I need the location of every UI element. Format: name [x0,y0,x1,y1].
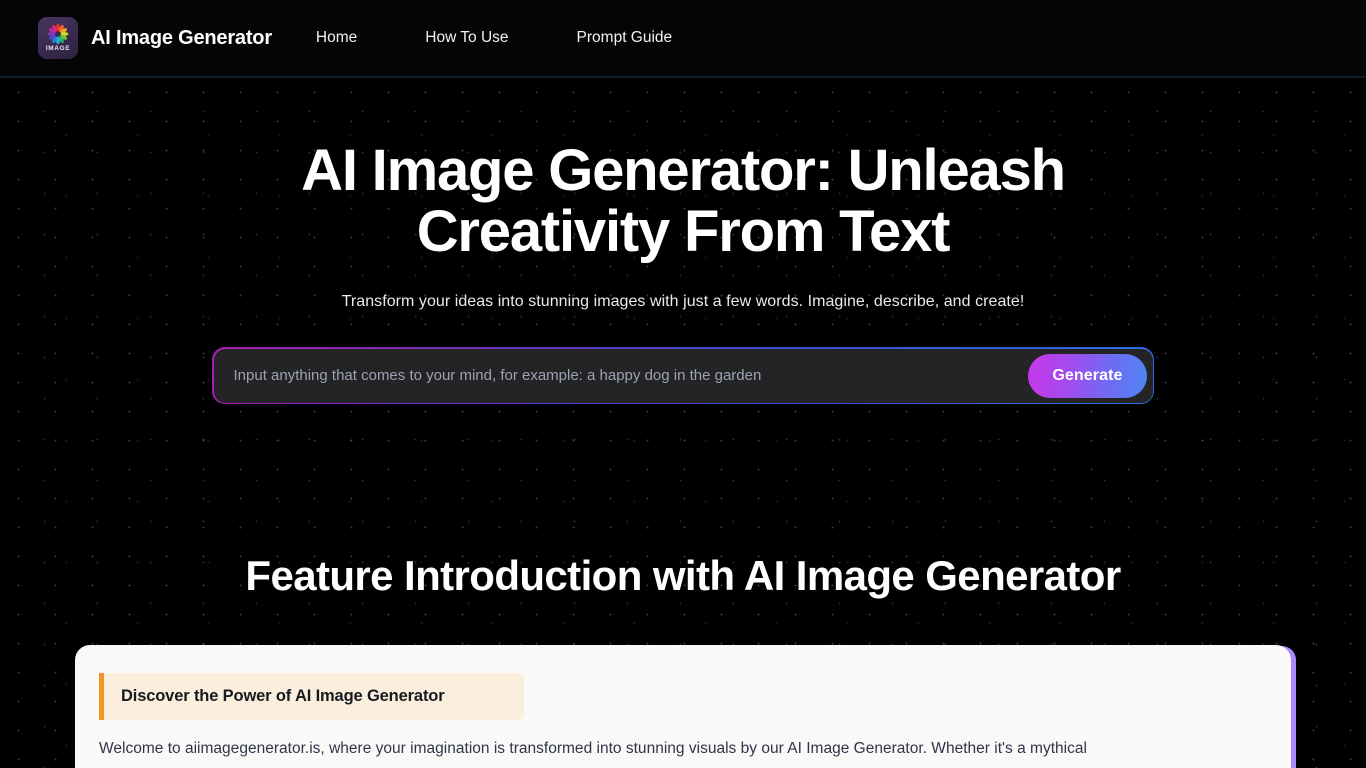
feature-card-badge: Discover the Power of AI Image Generator [99,673,524,720]
page-root: IMAGE AI Image Generator Home How To Use… [0,0,1366,768]
logo-wordmark: IMAGE [45,45,71,53]
rainbow-aperture-icon: IMAGE [38,17,78,59]
nav-link-home[interactable]: Home [308,23,365,53]
section-title: Feature Introduction with AI Image Gener… [245,552,1121,599]
brand-logo-group[interactable]: IMAGE AI Image Generator [38,17,272,59]
top-navigation-bar: IMAGE AI Image Generator Home How To Use… [0,0,1366,78]
feature-card-badge-label: Discover the Power of AI Image Generator [121,687,445,705]
nav-links: Home How To Use Prompt Guide [308,23,680,53]
hero-section: AI Image Generator: Unleash Creativity F… [0,78,1366,311]
brand-name: AI Image Generator [91,26,272,49]
prompt-bar: Generate [212,347,1154,404]
prompt-input[interactable] [213,348,1029,403]
page-title: AI Image Generator: Unleash Creativity F… [301,138,1066,265]
generate-button[interactable]: Generate [1028,353,1147,398]
prompt-bar-inner: Generate [213,348,1153,403]
feature-card-body-text: Welcome to aiimagegenerator.is, where yo… [99,740,1087,757]
feature-introduction-card: Discover the Power of AI Image Generator… [75,645,1291,768]
nav-link-prompt-guide[interactable]: Prompt Guide [569,23,681,53]
hero-subtitle: Transform your ideas into stunning image… [341,292,1025,310]
nav-link-how-to-use[interactable]: How To Use [417,23,516,53]
